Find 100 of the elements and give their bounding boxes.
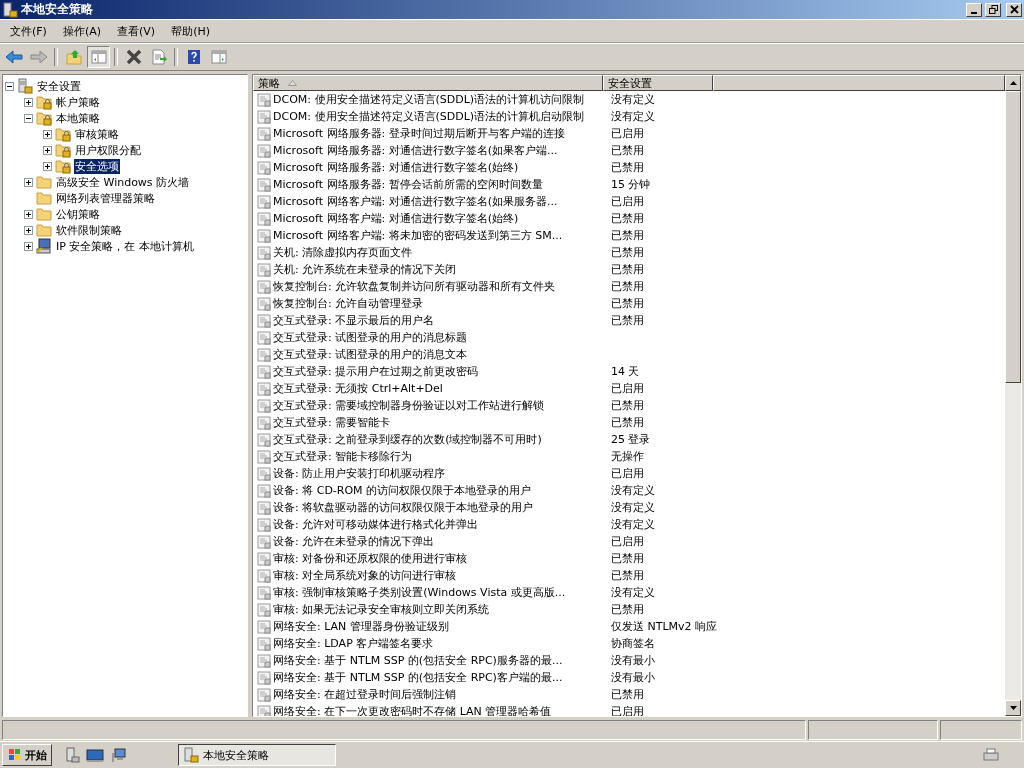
table-cell: 网络安全: 在超过登录时间后强制注销 bbox=[273, 687, 457, 702]
tree-item[interactable]: 用户权限分配 bbox=[74, 142, 142, 158]
restore-icon bbox=[988, 5, 998, 14]
menu-item[interactable]: 文件(F) bbox=[2, 21, 55, 41]
expand-toggle[interactable] bbox=[24, 225, 33, 235]
printer-icon[interactable] bbox=[982, 747, 1000, 763]
tree-item[interactable]: 公钥策略 bbox=[55, 206, 101, 222]
vertical-scrollbar[interactable] bbox=[1005, 75, 1021, 716]
taskbar-button[interactable]: 本地安全策略 bbox=[178, 744, 336, 766]
start-button[interactable]: 开始 bbox=[2, 744, 52, 766]
table-cell: 交互式登录: 需要智能卡 bbox=[273, 415, 391, 430]
table-cell: 审核: 如果无法记录安全审核则立即关闭系统 bbox=[273, 602, 490, 617]
column-header[interactable]: 策略 bbox=[253, 75, 603, 91]
policy-document-icon bbox=[257, 585, 271, 600]
policy-document-icon bbox=[257, 687, 271, 702]
expand-toggle[interactable] bbox=[43, 161, 52, 171]
folder-icon bbox=[36, 190, 52, 206]
desktop-icon[interactable] bbox=[86, 747, 104, 763]
table-cell: 已禁用 bbox=[611, 552, 644, 565]
tree-item[interactable]: 安全选项 bbox=[74, 158, 120, 174]
column-header[interactable]: 安全设置 bbox=[603, 75, 713, 91]
policy-document-icon bbox=[257, 143, 271, 158]
expand-toggle[interactable] bbox=[24, 97, 33, 107]
table-cell: Microsoft 网络服务器: 登录时间过期后断开与客户端的连接 bbox=[273, 126, 565, 141]
table-cell: 25 登录 bbox=[611, 433, 651, 446]
policy-document-icon bbox=[257, 415, 271, 430]
table-cell: 交互式登录: 试图登录的用户的消息标题 bbox=[273, 330, 468, 345]
policy-document-icon bbox=[257, 483, 271, 498]
close-button[interactable] bbox=[1006, 2, 1022, 17]
scrollbar-thumb[interactable] bbox=[1005, 91, 1021, 383]
table-cell: 交互式登录: 智能卡移除行为 bbox=[273, 449, 413, 464]
table-cell: 已禁用 bbox=[611, 212, 644, 225]
restore-button[interactable] bbox=[985, 2, 1001, 17]
tree-item[interactable]: 高级安全 Windows 防火墙 bbox=[55, 174, 191, 190]
policy-document-icon bbox=[257, 313, 271, 328]
locked-folder-icon bbox=[55, 158, 71, 174]
tree-item[interactable]: 网络列表管理器策略 bbox=[55, 190, 156, 206]
expand-toggle[interactable] bbox=[43, 145, 52, 155]
close-icon bbox=[1009, 5, 1019, 14]
policy-document-icon bbox=[257, 381, 271, 396]
monitor-icon[interactable] bbox=[110, 747, 126, 763]
policy-document-icon bbox=[257, 211, 271, 226]
expand-toggle[interactable] bbox=[24, 241, 33, 251]
computer-icon bbox=[36, 238, 52, 254]
scroll-up-icon bbox=[1009, 81, 1017, 85]
tree-item[interactable]: 软件限制策略 bbox=[55, 222, 123, 238]
table-cell: Microsoft 网络服务器: 对通信进行数字签名(如果客户端... bbox=[273, 143, 558, 158]
policy-document-icon bbox=[257, 92, 271, 107]
minimize-icon bbox=[971, 11, 977, 14]
table-cell: 已禁用 bbox=[611, 280, 644, 293]
table-cell: 恢复控制台: 允许软盘复制并访问所有驱动器和所有文件夹 bbox=[273, 279, 556, 294]
table-cell: 交互式登录: 之前登录到缓存的次数(域控制器不可用时) bbox=[273, 432, 542, 447]
table-cell: 网络安全: LDAP 客户端签名要求 bbox=[273, 636, 434, 651]
menu-item[interactable]: 帮助(H) bbox=[163, 21, 218, 41]
expand-toggle[interactable] bbox=[24, 209, 33, 219]
table-cell: 14 天 bbox=[611, 365, 640, 378]
table-cell: 审核: 对备份和还原权限的使用进行审核 bbox=[273, 551, 468, 566]
locked-folder-icon bbox=[55, 126, 71, 142]
tree-item[interactable]: 本地策略 bbox=[55, 110, 101, 126]
table-cell: 已禁用 bbox=[611, 161, 644, 174]
policy-document-icon bbox=[257, 245, 271, 260]
windows-logo-icon bbox=[7, 747, 23, 763]
table-cell: 没有最小 bbox=[611, 654, 655, 667]
table-cell: 交互式登录: 不显示最后的用户名 bbox=[273, 313, 435, 328]
policy-document-icon bbox=[257, 364, 271, 379]
policy-document-icon bbox=[257, 534, 271, 549]
tree-item[interactable]: 审核策略 bbox=[74, 126, 120, 142]
menu-item[interactable]: 查看(V) bbox=[109, 21, 164, 41]
table-cell: 没有定义 bbox=[611, 586, 655, 599]
tree-pane-icon[interactable] bbox=[87, 46, 110, 68]
policy-document-icon bbox=[257, 228, 271, 243]
expand-toggle[interactable] bbox=[24, 177, 33, 187]
table-cell: 已禁用 bbox=[611, 416, 644, 429]
menu-item[interactable]: 操作(A) bbox=[54, 21, 110, 41]
collapse-toggle[interactable] bbox=[5, 81, 14, 91]
table-cell: 15 分钟 bbox=[611, 178, 651, 191]
table-cell: 没有定义 bbox=[611, 110, 655, 123]
table-cell: 没有定义 bbox=[611, 518, 655, 531]
table-cell: 交互式登录: 试图登录的用户的消息文本 bbox=[273, 347, 468, 362]
table-cell: 设备: 将软盘驱动器的访问权限仅限于本地登录的用户 bbox=[273, 500, 534, 515]
window-title: 本地安全策略 bbox=[21, 1, 93, 18]
table-cell: 无操作 bbox=[611, 450, 644, 463]
policy-document-icon bbox=[257, 568, 271, 583]
policy-document-icon bbox=[257, 449, 271, 464]
table-cell: 已启用 bbox=[611, 467, 644, 480]
policy-document-icon bbox=[257, 262, 271, 277]
folder-icon bbox=[36, 174, 52, 190]
server-lock-icon bbox=[183, 747, 199, 763]
expand-toggle[interactable] bbox=[43, 129, 52, 139]
table-cell: Microsoft 网络服务器: 对通信进行数字签名(始终) bbox=[273, 160, 519, 175]
tree-item[interactable]: IP 安全策略，在 本地计算机 bbox=[55, 238, 195, 254]
policy-document-icon bbox=[257, 500, 271, 515]
table-cell: 已启用 bbox=[611, 382, 644, 395]
server-icon[interactable] bbox=[64, 747, 80, 763]
collapse-toggle[interactable] bbox=[24, 113, 33, 123]
tree-item[interactable]: 帐户策略 bbox=[55, 94, 101, 110]
tree-item[interactable]: 安全设置 bbox=[36, 78, 82, 94]
minimize-button[interactable] bbox=[966, 2, 982, 17]
table-cell: 已启用 bbox=[611, 535, 644, 548]
table-cell: 已启用 bbox=[611, 195, 644, 208]
